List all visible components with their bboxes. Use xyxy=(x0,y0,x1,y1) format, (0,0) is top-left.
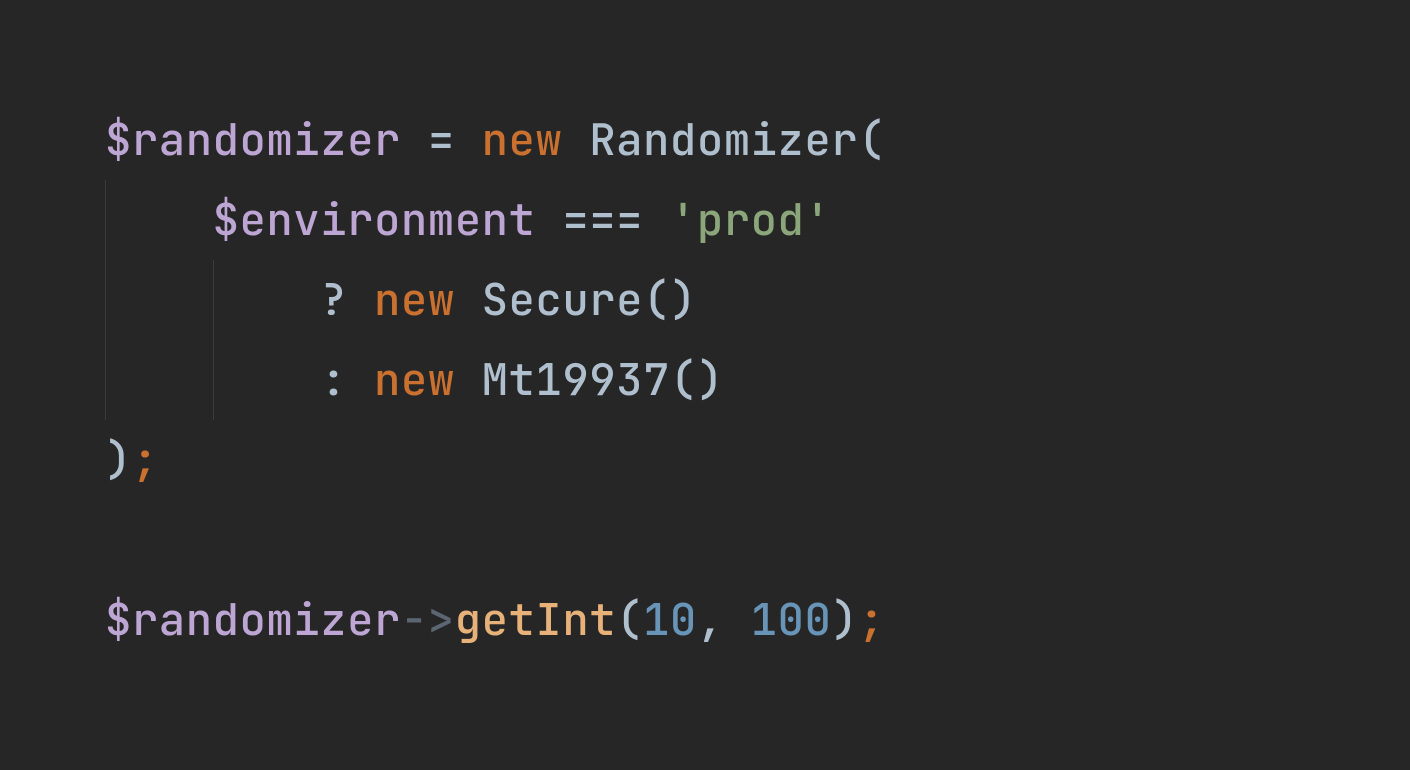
token-class: Randomizer xyxy=(589,111,858,169)
token-space xyxy=(562,111,589,169)
code-line: $randomizer = new Randomizer( xyxy=(105,111,885,169)
indent-guide xyxy=(105,260,106,340)
token-punct: () xyxy=(643,271,697,329)
token-operator: = xyxy=(428,111,455,169)
indent xyxy=(105,180,213,260)
code-line: : new Mt19937() xyxy=(105,351,724,409)
token-class: Secure xyxy=(482,271,643,329)
code-block: $randomizer = new Randomizer( $environme… xyxy=(0,0,1410,660)
code-line: $randomizer->getInt(10, 100); xyxy=(105,591,885,649)
token-semi: ; xyxy=(132,431,159,489)
token-keyword: new xyxy=(374,351,455,409)
token-space xyxy=(535,191,562,249)
token-number: 10 xyxy=(643,591,697,649)
token-operator: === xyxy=(562,191,643,249)
code-line: ? new Secure() xyxy=(105,271,697,329)
indent xyxy=(105,340,320,420)
token-space xyxy=(724,591,751,649)
token-space xyxy=(643,191,670,249)
token-semi: ; xyxy=(858,591,885,649)
token-space xyxy=(347,351,374,409)
token-number: 100 xyxy=(751,591,832,649)
token-punct: ) xyxy=(831,591,858,649)
token-operator: ? xyxy=(320,271,347,329)
indent-guide xyxy=(213,340,214,420)
indent-guide xyxy=(213,260,214,340)
token-class: Mt19937 xyxy=(482,351,670,409)
code-line: $environment === 'prod' xyxy=(105,191,831,249)
token-punct: ) xyxy=(105,431,132,489)
token-punct: ( xyxy=(858,111,885,169)
token-space xyxy=(401,111,428,169)
code-line: ); xyxy=(105,431,159,489)
indent-guide xyxy=(105,180,106,260)
token-space xyxy=(455,111,482,169)
token-punct: ( xyxy=(616,591,643,649)
indent xyxy=(105,260,320,340)
token-variable: $randomizer xyxy=(105,591,401,649)
token-keyword: new xyxy=(482,111,563,169)
token-method: getInt xyxy=(455,591,616,649)
token-punct: , xyxy=(697,591,724,649)
token-arrow: -> xyxy=(401,591,455,649)
token-operator: : xyxy=(320,351,347,409)
token-space xyxy=(455,271,482,329)
token-variable: $randomizer xyxy=(105,111,401,169)
token-variable: $environment xyxy=(213,191,536,249)
token-string: 'prod' xyxy=(670,191,831,249)
token-punct: () xyxy=(670,351,724,409)
token-space xyxy=(455,351,482,409)
token-space xyxy=(347,271,374,329)
indent-guide xyxy=(105,340,106,420)
token-keyword: new xyxy=(374,271,455,329)
